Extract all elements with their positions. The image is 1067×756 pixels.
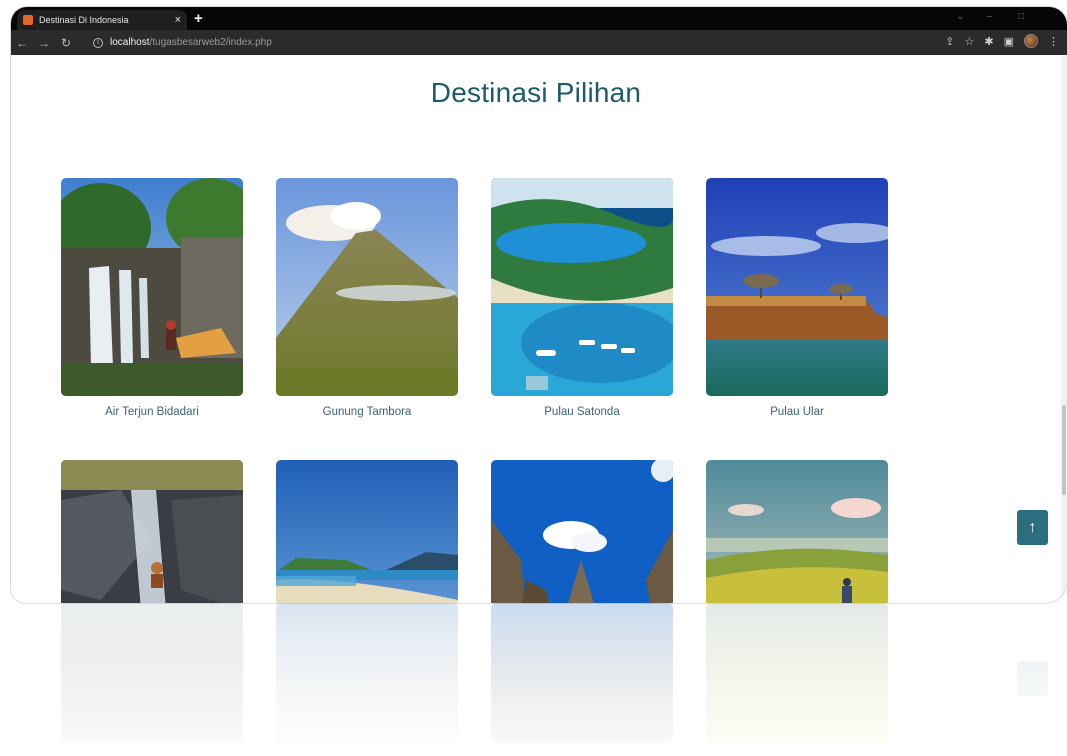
destination-card[interactable]: Air Terjun Bidadari: [61, 178, 243, 418]
destination-name[interactable]: Air Terjun Bidadari: [61, 406, 243, 418]
destination-card[interactable]: [491, 460, 673, 603]
tab-close-icon[interactable]: ×: [175, 14, 181, 26]
back-to-top-button[interactable]: ↑: [1017, 510, 1048, 545]
page-title: Destinasi Pilihan: [430, 77, 642, 108]
window-reflection: ↓: [11, 603, 1067, 753]
forward-arrow-icon[interactable]: →: [33, 36, 55, 50]
destination-card[interactable]: Pulau Ular: [706, 178, 888, 418]
destination-image-mountain[interactable]: [276, 178, 458, 396]
browser-toolbar: ← → ↻ i localhost/tugasbesarweb2/index.p…: [11, 30, 1067, 55]
new-tab-button[interactable]: +: [194, 10, 203, 27]
site-info-icon[interactable]: i: [93, 37, 103, 48]
tab-bar: Destinasi Di Indonesia × + ⌄ – □: [11, 7, 1067, 30]
back-arrow-icon[interactable]: ←: [11, 36, 33, 50]
web-page: Destinasi Pilihan Air Terjun Bidadari Gu…: [11, 55, 1061, 603]
side-panel-icon[interactable]: ▣: [1004, 35, 1014, 48]
destination-name[interactable]: Pulau Satonda: [491, 406, 673, 418]
reload-icon[interactable]: ↻: [55, 36, 77, 50]
destination-card[interactable]: Gunung Tambora: [276, 178, 458, 418]
maximize-icon[interactable]: □: [1018, 11, 1024, 22]
destination-image-island-lake[interactable]: [491, 178, 673, 396]
profile-avatar[interactable]: [1024, 34, 1038, 48]
page-scrollbar[interactable]: [1061, 55, 1067, 603]
screenshot-stage: Destinasi Di Indonesia × + ⌄ – □ ← → ↻ i…: [0, 0, 1067, 756]
destination-image-cascade[interactable]: [61, 460, 243, 603]
destination-card[interactable]: [276, 460, 458, 603]
menu-kebab-icon[interactable]: ⋮: [1048, 35, 1059, 48]
minimize-icon[interactable]: –: [987, 11, 993, 22]
chevron-down-icon[interactable]: ⌄: [956, 11, 964, 22]
favicon-icon: [23, 15, 33, 25]
extensions-puzzle-icon[interactable]: ✱: [984, 35, 993, 48]
url-host: localhost: [110, 37, 150, 48]
destination-image-waterfall[interactable]: [61, 178, 243, 396]
destination-image-traditional-house[interactable]: [491, 460, 673, 603]
url-path: /tugasbesarweb2/index.php: [149, 37, 272, 48]
destination-image-savanna[interactable]: [706, 460, 888, 603]
bookmark-star-icon[interactable]: ☆: [965, 35, 975, 48]
address-bar[interactable]: i localhost/tugasbesarweb2/index.php: [89, 33, 969, 52]
toolbar-actions: ⇪ ☆ ✱ ▣ ⋮: [945, 34, 1059, 48]
browser-tab[interactable]: Destinasi Di Indonesia ×: [17, 10, 187, 30]
reflection-fade: [11, 603, 1067, 753]
destination-card[interactable]: [706, 460, 888, 603]
destination-image-beach[interactable]: [276, 460, 458, 603]
destination-name[interactable]: Gunung Tambora: [276, 406, 458, 418]
destination-card[interactable]: Pulau Satonda: [491, 178, 673, 418]
scrollbar-thumb[interactable]: [1062, 405, 1066, 495]
destination-image-rock-island[interactable]: [706, 178, 888, 396]
tab-title: Destinasi Di Indonesia: [39, 15, 129, 25]
browser-window: Destinasi Di Indonesia × + ⌄ – □ ← → ↻ i…: [11, 7, 1067, 603]
destination-card[interactable]: [61, 460, 243, 603]
destination-name[interactable]: Pulau Ular: [706, 406, 888, 418]
share-icon[interactable]: ⇪: [945, 35, 954, 48]
